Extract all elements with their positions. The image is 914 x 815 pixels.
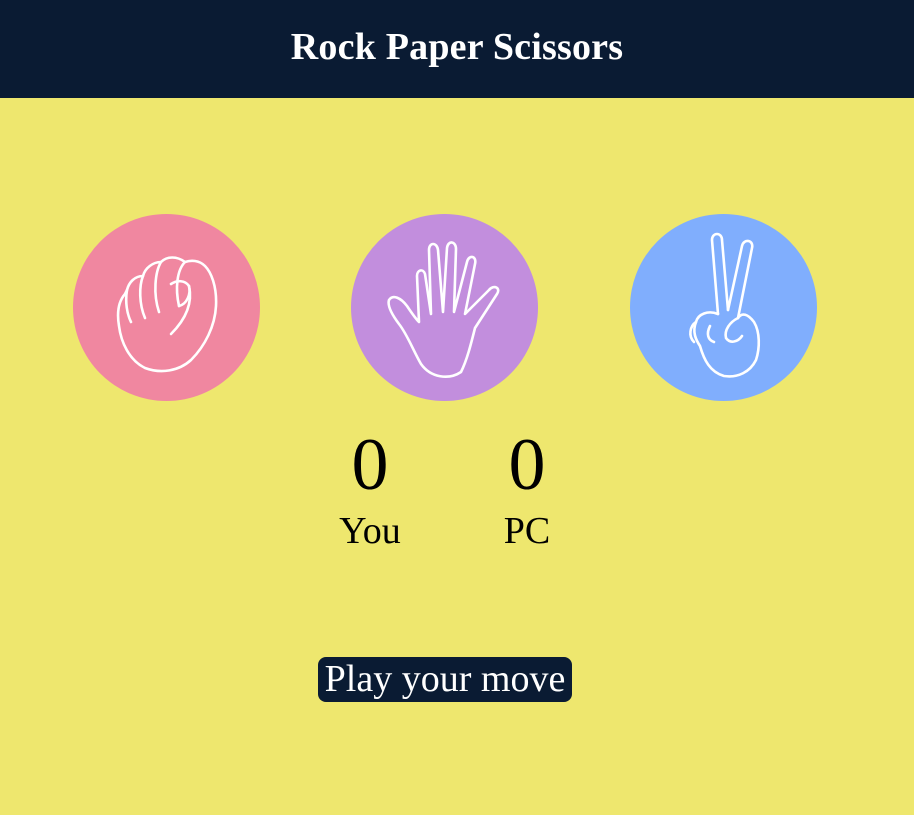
user-score-value: 0 [351,424,389,506]
user-score-label: You [339,510,401,552]
rock-fist-icon [116,256,218,373]
status-message: Play your move [318,657,572,702]
computer-score-value: 0 [508,424,546,506]
scissors-hand-icon [689,232,761,378]
app-header: Rock Paper Scissors [0,0,914,98]
computer-score: 0 PC [467,420,587,551]
computer-score-label: PC [503,510,551,552]
page-title: Rock Paper Scissors [290,26,624,68]
rock-choice-button[interactable] [73,214,260,401]
paper-choice-button[interactable] [351,214,538,401]
scissors-choice-button[interactable] [630,214,817,401]
user-score: 0 You [310,420,430,551]
paper-hand-icon [387,241,500,378]
